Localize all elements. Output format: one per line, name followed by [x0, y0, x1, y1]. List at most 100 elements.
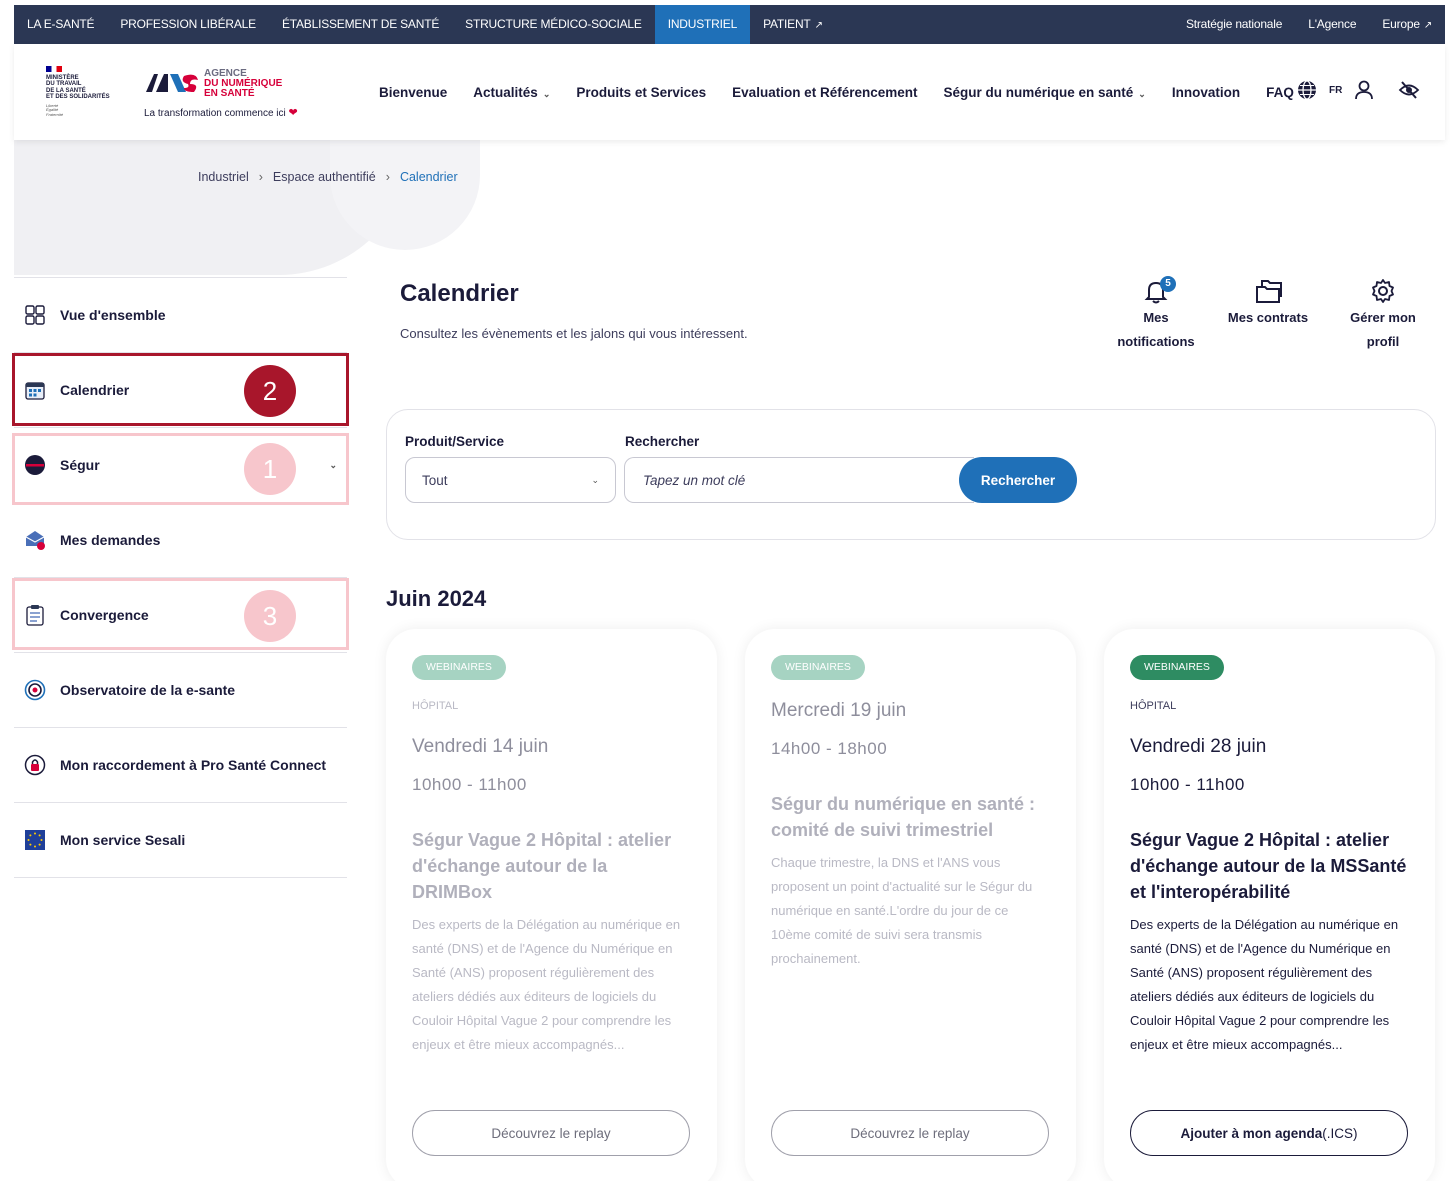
- requests-icon: [24, 529, 46, 551]
- ministere-devise: Liberté Égalité Fraternité: [46, 103, 126, 118]
- highlight-calendrier: [12, 353, 349, 426]
- highlight-segur: [12, 433, 349, 505]
- event-title[interactable]: Ségur du numérique en santé : comité de …: [771, 791, 1050, 843]
- chevron-down-icon: ⌄: [1138, 88, 1146, 99]
- topbar-link-industriel[interactable]: INDUSTRIEL: [654, 5, 751, 44]
- header-tools: FR: [1297, 80, 1420, 100]
- event-tag: WEBINAIRES: [412, 655, 506, 680]
- topbar-link-agence[interactable]: L'Agence: [1295, 5, 1369, 44]
- sidebar-item-vue-ensemble[interactable]: Vue d'ensemble: [14, 278, 347, 353]
- event-card: WEBINAIRES HÔPITAL Vendredi 28 juin 10h0…: [1104, 629, 1435, 1181]
- quick-link-notifications[interactable]: 5 Mes notifications: [1110, 276, 1202, 354]
- annotation-badge-1: 1: [244, 443, 296, 495]
- quick-link-profil[interactable]: Gérer mon profil: [1340, 278, 1426, 354]
- user-icon[interactable]: [1354, 80, 1374, 100]
- chevron-right-icon: ›: [258, 170, 263, 184]
- chevron-right-icon: ›: [385, 170, 390, 184]
- filter-panel: Produit/Service Rechercher Tout ⌄ Recher…: [386, 409, 1436, 540]
- topbar-link-profession-liberale[interactable]: PROFESSION LIBÉRALE: [107, 5, 269, 44]
- month-heading: Juin 2024: [386, 586, 487, 611]
- sidebar-item-label: Mon service Sesali: [60, 832, 186, 848]
- add-to-agenda-suffix: (.ICS): [1322, 1125, 1358, 1141]
- eu-flag-icon: [24, 829, 46, 851]
- sidebar-item-label: Mon raccordement à Pro Santé Connect: [60, 757, 327, 773]
- target-icon: [24, 679, 46, 701]
- topbar-link-esante[interactable]: LA E-SANTÉ: [14, 5, 107, 44]
- event-date: Vendredi 14 juin: [412, 736, 549, 757]
- event-time: 14h00 - 18h00: [771, 739, 888, 758]
- event-time: 10h00 - 11h00: [1130, 775, 1245, 794]
- quick-link-label: Mes contrats: [1227, 310, 1309, 325]
- search-button[interactable]: Rechercher: [959, 457, 1077, 503]
- topbar-link-patient[interactable]: PATIENT ↗: [750, 5, 836, 44]
- chevron-down-icon: ⌄: [542, 88, 551, 99]
- ans-mark-icon: [146, 74, 198, 92]
- event-title[interactable]: Ségur Vague 2 Hôpital : atelier d'échang…: [1130, 827, 1409, 905]
- ans-tagline-text: La transformation commence ici: [144, 108, 286, 119]
- topbar-link-etablissement[interactable]: ÉTABLISSEMENT DE SANTÉ: [269, 5, 452, 44]
- product-select[interactable]: Tout ⌄: [405, 457, 616, 503]
- page-subtitle: Consultez les évènements et les jalons q…: [400, 326, 748, 341]
- main-nav: Bienvenue Actualités ⌄ Produits et Servic…: [366, 44, 1307, 140]
- event-category: HÔPITAL: [412, 700, 459, 712]
- folders-icon: [1256, 280, 1282, 303]
- topbar-link-europe[interactable]: Europe ↗: [1369, 5, 1445, 44]
- nav-evaluation[interactable]: Evaluation et Référencement: [719, 85, 930, 100]
- nav-innovation[interactable]: Innovation: [1159, 85, 1253, 100]
- search-input[interactable]: [624, 457, 974, 503]
- lock-badge-icon: [24, 754, 46, 776]
- breadcrumb-item[interactable]: Industriel: [198, 170, 249, 184]
- chevron-down-icon: ⌄: [591, 474, 599, 485]
- event-title[interactable]: Ségur Vague 2 Hôpital : atelier d'échang…: [412, 827, 691, 905]
- sidebar-item-label: Vue d'ensemble: [60, 307, 166, 323]
- ans-tagline: La transformation commence ici ❤: [144, 106, 298, 119]
- nav-actualites[interactable]: Actualités ⌄: [460, 85, 563, 100]
- grid-icon: [24, 304, 46, 326]
- nav-actualites-label: Actualités: [473, 84, 538, 100]
- quick-link-label: Mes notifications: [1117, 310, 1195, 349]
- event-tag: WEBINAIRES: [1130, 655, 1224, 680]
- topbar-link-europe-label: Europe: [1382, 17, 1420, 31]
- replay-button[interactable]: Découvrez le replay: [771, 1110, 1049, 1156]
- topbar-link-medico-sociale[interactable]: STRUCTURE MÉDICO-SOCIALE: [452, 5, 655, 44]
- breadcrumb-item[interactable]: Espace authentifié: [273, 170, 376, 184]
- page-title: Calendrier: [400, 280, 519, 307]
- quick-link-contrats[interactable]: Mes contrats: [1220, 278, 1316, 330]
- event-tag: WEBINAIRES: [771, 655, 865, 680]
- breadcrumb-current: Calendrier: [399, 170, 458, 184]
- ans-logo[interactable]: AGENCE DU NUMÉRIQUE EN SANTÉ La transfor…: [144, 66, 304, 122]
- annotation-badge-3: 3: [244, 590, 296, 642]
- breadcrumb: Industriel › Espace authentifié › Calend…: [198, 170, 458, 184]
- globe-icon[interactable]: [1297, 80, 1317, 100]
- top-bar: LA E-SANTÉ PROFESSION LIBÉRALE ÉTABLISSE…: [14, 5, 1445, 44]
- gear-icon: [1372, 279, 1394, 303]
- event-description: Des experts de la Délégation au numériqu…: [1130, 917, 1399, 1052]
- annotation-badge-2: 2: [244, 365, 296, 417]
- nav-produits-services[interactable]: Produits et Services: [563, 85, 719, 100]
- accessibility-eye-icon[interactable]: [1398, 80, 1420, 100]
- ministere-line: ET DES SOLIDARITÉS: [46, 94, 110, 101]
- product-select-value: Tout: [422, 472, 448, 488]
- add-to-agenda-button[interactable]: Ajouter à mon agenda (.ICS): [1130, 1110, 1408, 1156]
- nav-segur[interactable]: Ségur du numérique en santé ⌄: [930, 85, 1158, 100]
- language-selector[interactable]: FR: [1329, 85, 1342, 96]
- sidebar-item-label: Observatoire de la e-sante: [60, 682, 236, 698]
- topbar-link-strategie[interactable]: Stratégie nationale: [1173, 5, 1295, 44]
- sidebar-item-mes-demandes[interactable]: Mes demandes: [14, 503, 347, 578]
- ans-wordmark: AGENCE DU NUMÉRIQUE EN SANTÉ: [204, 69, 282, 99]
- topbar-link-patient-label: PATIENT: [763, 17, 811, 31]
- event-date: Mercredi 19 juin: [771, 700, 907, 721]
- sidebar-item-pro-sante-connect[interactable]: Mon raccordement à Pro Santé Connect: [14, 728, 347, 803]
- event-description: Chaque trimestre, la DNS et l'ANS vous p…: [771, 855, 1033, 966]
- sidebar-item-observatoire[interactable]: Observatoire de la e-sante: [14, 653, 347, 728]
- event-card: WEBINAIRES Mercredi 19 juin 14h00 - 18h0…: [745, 629, 1076, 1181]
- notifications-count: 5: [1160, 276, 1176, 292]
- sidebar-item-label: Mes demandes: [60, 532, 161, 548]
- sidebar-item-sesali[interactable]: Mon service Sesali: [14, 803, 347, 878]
- replay-button[interactable]: Découvrez le replay: [412, 1110, 690, 1156]
- nav-bienvenue[interactable]: Bienvenue: [366, 85, 460, 100]
- nav-segur-label: Ségur du numérique en santé: [943, 84, 1134, 100]
- quick-link-label: Gérer mon profil: [1350, 310, 1416, 349]
- external-link-icon: ↗: [814, 20, 823, 31]
- ministere-logo[interactable]: MINISTÈRE DU TRAVAIL DE LA SANTÉ ET DES …: [46, 66, 126, 117]
